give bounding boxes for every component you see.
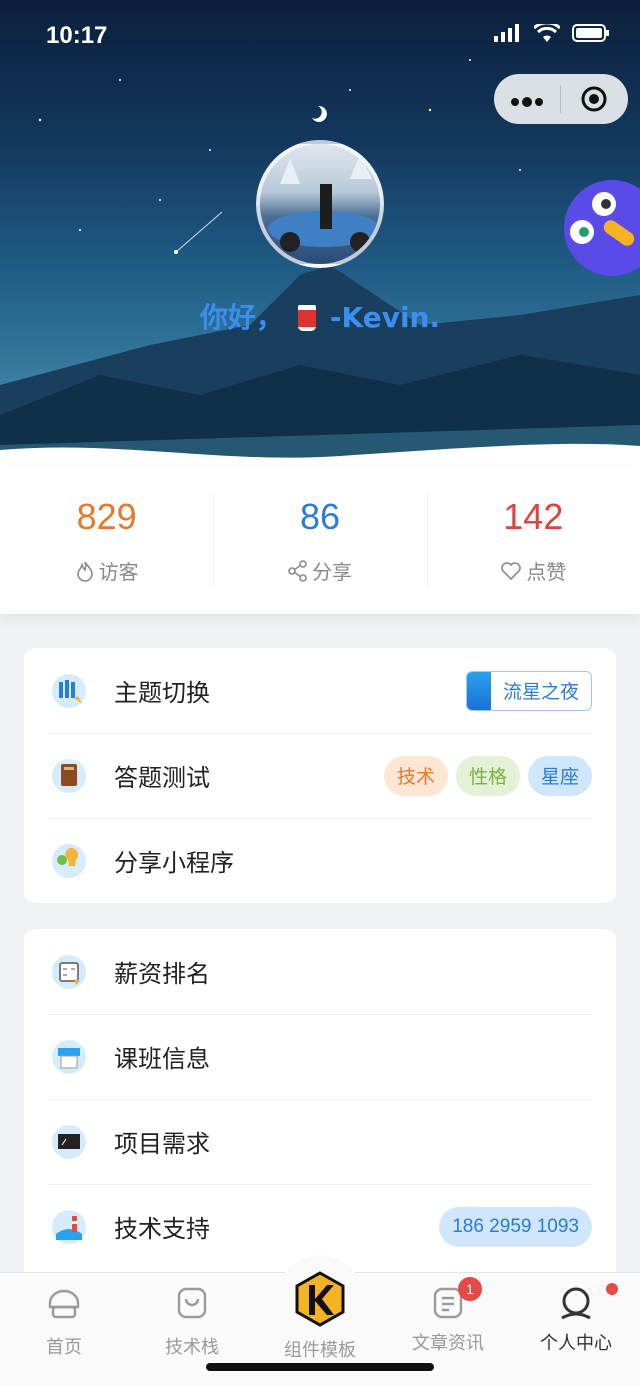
tab-tech-stack-label: 技术栈 bbox=[165, 1337, 219, 1358]
shares-label: 分享 bbox=[311, 560, 352, 584]
quiz-tag-personality[interactable]: 性格 bbox=[455, 755, 520, 796]
visitors-stat[interactable]: 829 访客 bbox=[0, 466, 213, 614]
quiz-label: 答题测试 bbox=[114, 764, 210, 792]
k-logo-icon bbox=[295, 1271, 345, 1327]
monitor-icon bbox=[52, 1124, 86, 1159]
likes-label: 点赞 bbox=[526, 560, 567, 584]
visitors-count: 829 bbox=[76, 496, 137, 537]
home-icon bbox=[48, 1289, 80, 1319]
monster-icon bbox=[570, 192, 635, 246]
lightbulb-icon bbox=[52, 843, 86, 878]
profile-header: 10:17 你好， -Kevin. bbox=[0, 0, 640, 475]
lighthouse-icon bbox=[52, 1209, 86, 1244]
menu-item-share[interactable]: 分享小程序 bbox=[24, 818, 616, 903]
floating-monster-button[interactable] bbox=[564, 180, 640, 276]
theme-label: 主题切换 bbox=[114, 679, 210, 707]
theme-tag[interactable]: 流星之夜 bbox=[465, 670, 592, 711]
tab-home-label: 首页 bbox=[46, 1337, 82, 1358]
tab-home[interactable]: 首页 bbox=[0, 1285, 128, 1359]
salary-label: 薪资排名 bbox=[114, 960, 210, 988]
greeting-prefix: 你好， bbox=[199, 301, 284, 334]
shares-stat[interactable]: 86 分享 bbox=[213, 466, 426, 614]
classes-label: 课班信息 bbox=[114, 1045, 210, 1073]
menu-item-classes[interactable]: 课班信息 bbox=[24, 1014, 616, 1099]
stats-panel: 829 访客 86 分享 142 点赞 bbox=[0, 466, 640, 614]
book-icon bbox=[52, 758, 86, 793]
close-miniprogram-button[interactable] bbox=[561, 85, 627, 113]
miniprogram-capsule bbox=[494, 74, 628, 124]
likes-stat[interactable]: 142 点赞 bbox=[426, 466, 640, 614]
heart-icon bbox=[501, 561, 522, 580]
calculator-icon bbox=[52, 954, 86, 989]
more-button[interactable] bbox=[494, 85, 560, 113]
home-indicator bbox=[206, 1363, 434, 1371]
tab-profile[interactable]: 个人中心 bbox=[512, 1283, 640, 1355]
menu-item-theme[interactable]: 主题切换 流星之夜 bbox=[24, 648, 616, 733]
theme-switch-icon bbox=[52, 673, 86, 708]
tab-components[interactable]: 组件模板 bbox=[256, 1255, 384, 1362]
shares-count: 86 bbox=[299, 496, 341, 537]
quiz-tag-zodiac[interactable]: 星座 bbox=[527, 755, 592, 796]
bag-icon bbox=[177, 1287, 207, 1319]
more-dots-icon bbox=[511, 97, 543, 107]
flame-icon bbox=[76, 561, 93, 582]
wifi-icon bbox=[534, 24, 560, 42]
visitors-label: 访客 bbox=[98, 560, 139, 584]
articles-badge: 1 bbox=[458, 1277, 482, 1301]
greeting: 你好， -Kevin. bbox=[0, 296, 640, 336]
services-card: 薪资排名 课班信息 项目需求 技术支持 186 2959 1093 bbox=[24, 929, 616, 1272]
support-label: 技术支持 bbox=[114, 1215, 210, 1243]
avatar[interactable] bbox=[256, 140, 384, 268]
menu-item-projects[interactable]: 项目需求 bbox=[24, 1099, 616, 1184]
quiz-tag-tech[interactable]: 技术 bbox=[383, 755, 448, 796]
printer-icon bbox=[52, 1039, 86, 1074]
status-time: 10:17 bbox=[46, 22, 108, 49]
share-icon bbox=[288, 559, 307, 582]
tab-profile-label: 个人中心 bbox=[540, 1333, 612, 1354]
signal-icon bbox=[494, 24, 519, 42]
likes-count: 142 bbox=[503, 496, 564, 537]
profile-notification-dot bbox=[606, 1283, 618, 1295]
projects-label: 项目需求 bbox=[114, 1130, 210, 1158]
share-label: 分享小程序 bbox=[114, 849, 234, 877]
menu-item-quiz[interactable]: 答题测试 技术 性格 星座 bbox=[24, 733, 616, 818]
theme-tag-label: 流星之夜 bbox=[502, 681, 579, 703]
status-bar: 10:17 bbox=[0, 0, 640, 70]
menu-item-salary[interactable]: 薪资排名 bbox=[24, 929, 616, 1014]
drink-icon bbox=[297, 305, 316, 331]
tab-articles[interactable]: 1 文章资讯 bbox=[384, 1277, 512, 1355]
target-close-icon bbox=[581, 86, 607, 112]
tab-articles-label: 文章资讯 bbox=[412, 1333, 484, 1354]
features-card: 主题切换 流星之夜 答题测试 技术 性格 星座 分享小程序 bbox=[24, 648, 616, 903]
support-phone[interactable]: 186 2959 1093 bbox=[439, 1206, 592, 1247]
battery-icon bbox=[572, 24, 609, 42]
user-icon bbox=[561, 1287, 591, 1320]
tab-tech-stack[interactable]: 技术栈 bbox=[128, 1285, 256, 1359]
theme-swatch bbox=[466, 671, 491, 710]
greeting-name: -Kevin. bbox=[329, 301, 441, 334]
